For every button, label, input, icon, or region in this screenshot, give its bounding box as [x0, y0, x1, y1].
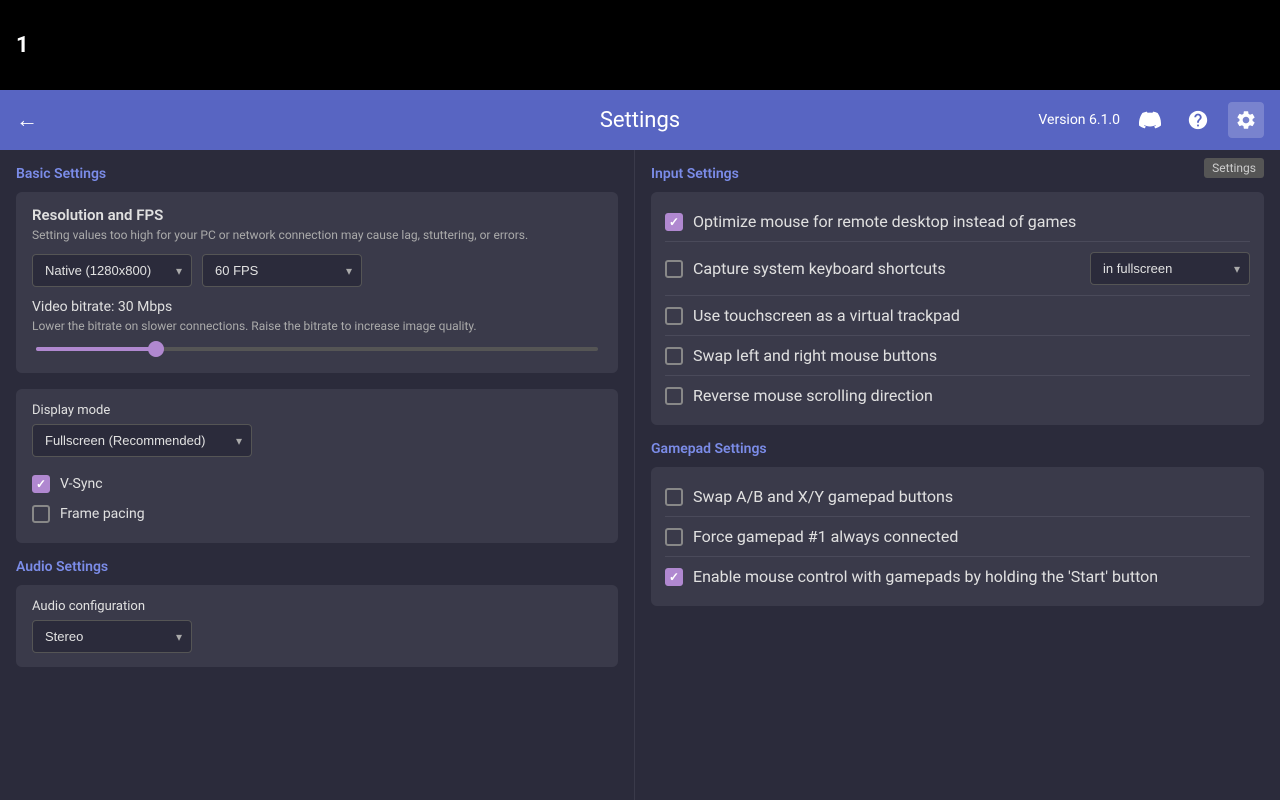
touchscreen-checkbox[interactable] — [665, 307, 683, 325]
force-gamepad-checkbox[interactable] — [665, 528, 683, 546]
optimize-mouse-label[interactable]: Optimize mouse for remote desktop instea… — [693, 212, 1076, 231]
gamepad-settings-title: Gamepad Settings — [651, 441, 1264, 457]
discord-icon-button[interactable] — [1132, 102, 1168, 138]
audio-config-select[interactable]: Stereo Mono 5.1 Surround 7.1 Surround — [32, 620, 192, 653]
swap-ab-label[interactable]: Swap A/B and X/Y gamepad buttons — [693, 487, 953, 506]
frame-pacing-checkbox[interactable] — [32, 505, 50, 523]
frame-pacing-label[interactable]: Frame pacing — [60, 506, 145, 522]
swap-ab-row: Swap A/B and X/Y gamepad buttons — [665, 477, 1250, 517]
audio-config-select-wrapper: Stereo Mono 5.1 Surround 7.1 Surround ▾ — [32, 620, 192, 653]
bitrate-slider-container — [32, 343, 602, 359]
resolution-fps-controls: Native (1280x800) 1920x1080 1280x720 102… — [32, 254, 602, 287]
vsync-row: V-Sync — [32, 469, 602, 499]
header: ← Settings Version 6.1.0 — [0, 90, 1280, 150]
frame-pacing-row: Frame pacing — [32, 499, 602, 529]
right-panel: Input Settings Settings Optimize mouse f… — [635, 150, 1280, 800]
left-panel: Basic Settings Resolution and FPS Settin… — [0, 150, 635, 800]
reverse-scroll-row: Reverse mouse scrolling direction — [665, 376, 1250, 415]
swap-mouse-row: Swap left and right mouse buttons — [665, 336, 1250, 376]
optimize-mouse-row: Optimize mouse for remote desktop instea… — [665, 202, 1250, 242]
display-mode-select-wrapper: Fullscreen (Recommended) Windowed Border… — [32, 424, 252, 457]
capture-keyboard-row: Capture system keyboard shortcuts in ful… — [665, 242, 1250, 296]
force-gamepad-label[interactable]: Force gamepad #1 always connected — [693, 527, 958, 546]
force-gamepad-row: Force gamepad #1 always connected — [665, 517, 1250, 557]
mouse-control-row: Enable mouse control with gamepads by ho… — [665, 557, 1250, 596]
keyboard-mode-select[interactable]: in fullscreen always never — [1090, 252, 1250, 285]
page-title: Settings — [600, 108, 680, 133]
settings-badge: Settings — [1204, 158, 1264, 178]
header-right: Version 6.1.0 — [1038, 102, 1264, 138]
fps-select-wrapper: 60 FPS 30 FPS 120 FPS ▾ — [202, 254, 362, 287]
touchscreen-row: Use touchscreen as a virtual trackpad — [665, 296, 1250, 336]
settings-icon-button[interactable] — [1228, 102, 1264, 138]
fps-select[interactable]: 60 FPS 30 FPS 120 FPS — [202, 254, 362, 287]
input-settings-title: Input Settings — [651, 166, 1264, 182]
audio-config-card: Audio configuration Stereo Mono 5.1 Surr… — [16, 585, 618, 667]
swap-mouse-label[interactable]: Swap left and right mouse buttons — [693, 346, 937, 365]
reverse-scroll-label[interactable]: Reverse mouse scrolling direction — [693, 386, 933, 405]
bitrate-label: Video bitrate: 30 Mbps — [32, 299, 602, 315]
swap-ab-checkbox[interactable] — [665, 488, 683, 506]
main-content: Basic Settings Resolution and FPS Settin… — [0, 150, 1280, 800]
mouse-control-checkbox[interactable] — [665, 568, 683, 586]
basic-settings-title: Basic Settings — [16, 166, 618, 182]
resolution-select[interactable]: Native (1280x800) 1920x1080 1280x720 102… — [32, 254, 192, 287]
display-mode-select[interactable]: Fullscreen (Recommended) Windowed Border… — [32, 424, 252, 457]
version-label: Version 6.1.0 — [1038, 112, 1120, 128]
gamepad-settings-card: Swap A/B and X/Y gamepad buttons Force g… — [651, 467, 1264, 606]
resolution-select-wrapper: Native (1280x800) 1920x1080 1280x720 102… — [32, 254, 192, 287]
mouse-control-label[interactable]: Enable mouse control with gamepads by ho… — [693, 567, 1158, 586]
back-button[interactable]: ← — [16, 107, 38, 133]
bitrate-slider-thumb[interactable] — [148, 341, 164, 357]
help-icon-button[interactable] — [1180, 102, 1216, 138]
top-bar: 1 — [0, 0, 1280, 90]
reverse-scroll-checkbox[interactable] — [665, 387, 683, 405]
capture-keyboard-checkbox[interactable] — [665, 260, 683, 278]
capture-keyboard-label[interactable]: Capture system keyboard shortcuts — [693, 259, 946, 278]
vsync-label[interactable]: V-Sync — [60, 476, 103, 492]
touchscreen-label[interactable]: Use touchscreen as a virtual trackpad — [693, 306, 960, 325]
top-bar-number: 1 — [16, 33, 29, 58]
audio-settings-title: Audio Settings — [16, 559, 618, 575]
bitrate-hint: Lower the bitrate on slower connections.… — [32, 319, 602, 333]
bitrate-slider-fill — [36, 347, 160, 351]
input-settings-card: Optimize mouse for remote desktop instea… — [651, 192, 1264, 425]
resolution-fps-subtitle: Setting values too high for your PC or n… — [32, 228, 602, 242]
resolution-fps-card: Resolution and FPS Setting values too hi… — [16, 192, 618, 373]
optimize-mouse-checkbox[interactable] — [665, 213, 683, 231]
audio-config-label: Audio configuration — [32, 599, 602, 614]
vsync-checkbox[interactable] — [32, 475, 50, 493]
bitrate-slider-track — [36, 347, 598, 351]
keyboard-mode-select-wrapper: in fullscreen always never ▾ — [1090, 252, 1250, 285]
resolution-fps-title: Resolution and FPS — [32, 206, 602, 224]
swap-mouse-checkbox[interactable] — [665, 347, 683, 365]
display-mode-label: Display mode — [32, 403, 602, 418]
display-mode-card: Display mode Fullscreen (Recommended) Wi… — [16, 389, 618, 543]
